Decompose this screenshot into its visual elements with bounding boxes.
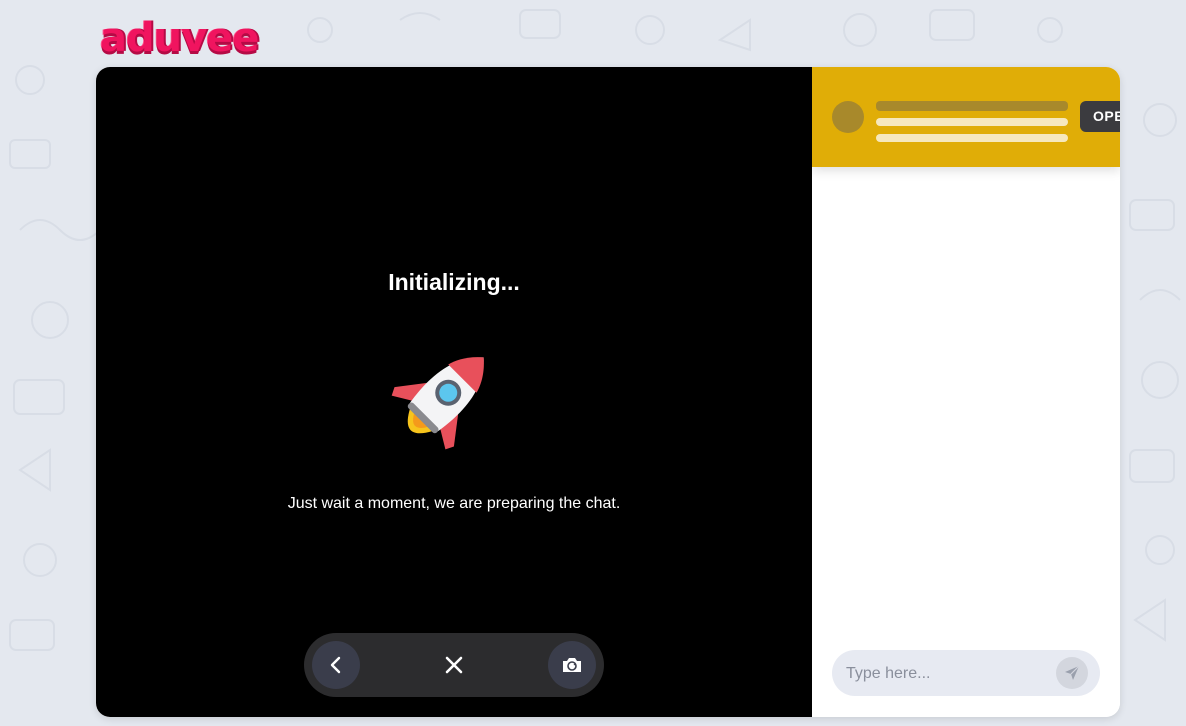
preparing-chat-message: Just wait a moment, we are preparing the… bbox=[287, 495, 621, 512]
message-composer bbox=[832, 650, 1100, 698]
chat-header: OPEN bbox=[812, 67, 1120, 167]
open-button[interactable]: OPEN bbox=[1080, 101, 1120, 132]
info-skeleton-line bbox=[876, 134, 1068, 142]
avatar-placeholder bbox=[832, 101, 864, 133]
switch-camera-button[interactable] bbox=[548, 641, 596, 689]
rocket-icon bbox=[391, 357, 484, 450]
message-input[interactable] bbox=[844, 650, 1048, 698]
back-button[interactable] bbox=[312, 641, 360, 689]
send-icon bbox=[1065, 665, 1080, 680]
send-button[interactable] bbox=[1056, 657, 1088, 689]
close-button[interactable] bbox=[430, 641, 478, 689]
close-icon bbox=[445, 656, 463, 674]
video-panel: Initializing... Just wait a moment, we a… bbox=[96, 67, 812, 717]
camera-switch-icon bbox=[563, 658, 581, 672]
name-skeleton-line bbox=[876, 101, 1068, 111]
chevron-left-icon bbox=[330, 656, 341, 674]
info-skeleton-line bbox=[876, 118, 1068, 126]
aduvee-logo: aduvee bbox=[100, 15, 259, 61]
chat-panel: OPEN bbox=[812, 67, 1120, 717]
app-window: Initializing... Just wait a moment, we a… bbox=[96, 67, 1120, 717]
initializing-title: Initializing... bbox=[388, 269, 520, 295]
call-controls-bar bbox=[304, 633, 604, 697]
